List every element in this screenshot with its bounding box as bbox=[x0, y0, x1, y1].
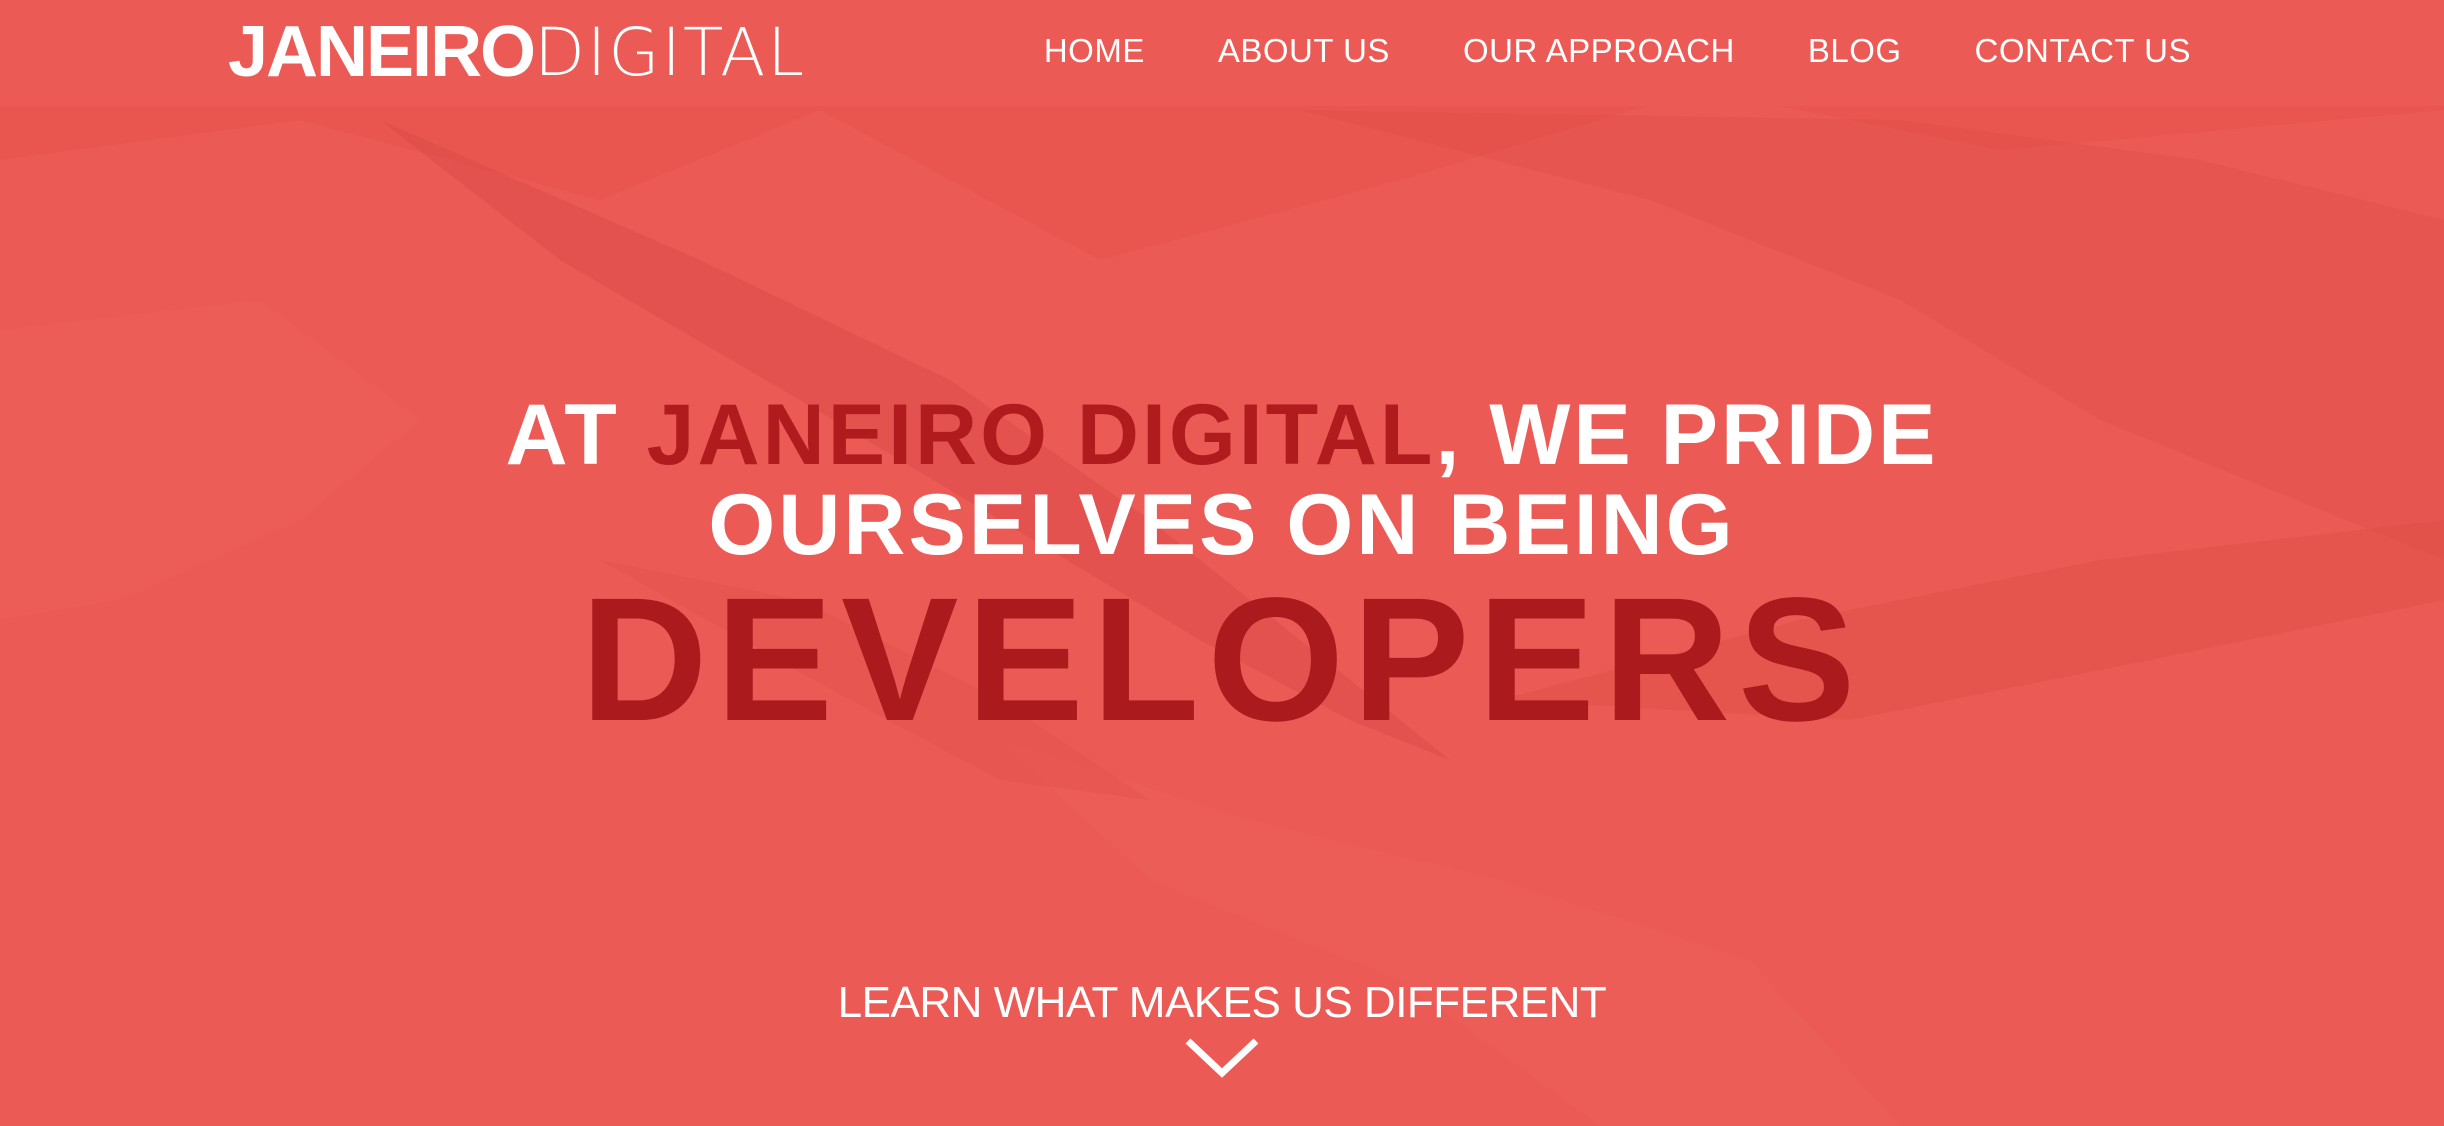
main-navigation: HOME ABOUT US OUR APPROACH BLOG CONTACT … bbox=[1044, 26, 2191, 76]
hero-section: AT JANEIRO DIGITAL, WE PRIDE OURSELVES O… bbox=[0, 390, 2444, 750]
nav-blog-link[interactable]: BLOG bbox=[1808, 32, 1902, 70]
nav-contact-us-link[interactable]: CONTACT US bbox=[1975, 32, 2191, 70]
hero-line1-prefix: AT bbox=[505, 387, 647, 483]
landing-page: JANEIRO DIGITAL HOME ABOUT US OUR APPROAC… bbox=[0, 0, 2444, 1126]
janeiro-digital-logo[interactable]: JANEIRO DIGITAL bbox=[228, 12, 806, 92]
nav-home-link[interactable]: HOME bbox=[1044, 32, 1145, 70]
hero-big-word: DEVELOPERS bbox=[580, 562, 1864, 758]
hero-headline-line-1: AT JANEIRO DIGITAL, WE PRIDE bbox=[0, 390, 2444, 480]
hero-line1-brand: JANEIRO DIGITAL bbox=[646, 387, 1436, 483]
hero-headline-line-2: OURSELVES ON BEING bbox=[708, 477, 1736, 573]
nav-about-us-link[interactable]: ABOUT US bbox=[1218, 32, 1390, 70]
site-header: JANEIRO DIGITAL HOME ABOUT US OUR APPROAC… bbox=[0, 0, 2444, 106]
learn-more-label: LEARN WHAT MAKES US DIFFERENT bbox=[837, 978, 1607, 1027]
hero-line1-suffix: , WE PRIDE bbox=[1435, 387, 1939, 483]
logo-bold-text: JANEIRO bbox=[228, 12, 536, 92]
learn-more-link[interactable]: LEARN WHAT MAKES US DIFFERENT bbox=[0, 975, 2444, 1079]
logo-light-text: DIGITAL bbox=[534, 13, 807, 91]
chevron-down-icon[interactable] bbox=[1184, 1035, 1260, 1079]
nav-our-approach-link[interactable]: OUR APPROACH bbox=[1463, 32, 1735, 70]
